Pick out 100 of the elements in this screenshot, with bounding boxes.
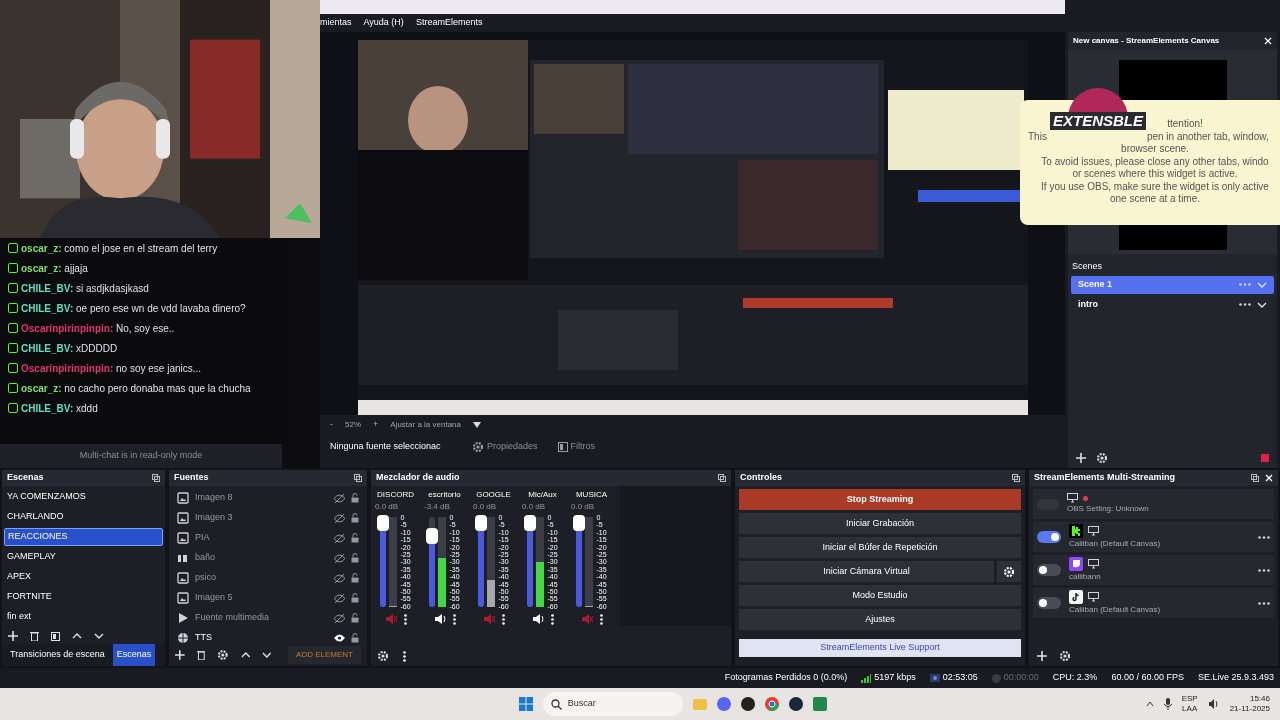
zoom-in-button[interactable]: + [373,418,379,432]
windows-start-icon[interactable] [518,697,533,711]
circle-app-icon[interactable] [740,697,755,711]
destination-name: caliibann [1069,571,1102,583]
volume-slider-handle[interactable] [573,515,586,531]
control-button[interactable]: Stop Streaming [739,489,1021,510]
volume-slider-handle[interactable] [524,515,537,531]
lock-icon[interactable] [351,613,359,623]
speaker-icon[interactable] [531,613,545,626]
live-support-button[interactable]: StreamElements Live Support [739,639,1021,657]
filter-icon[interactable] [557,441,568,452]
menu-item[interactable]: StreamElements [415,16,483,30]
eye-off-icon[interactable] [334,513,345,523]
browser-app-icon[interactable] [764,697,779,711]
eye-off-icon[interactable] [334,573,345,583]
menu-dots-icon[interactable] [600,613,603,625]
control-button[interactable]: Modo Estudio [739,585,1021,606]
trash-icon[interactable] [30,631,39,641]
toggle-switch[interactable] [1037,531,1061,543]
more-icon[interactable] [1258,601,1270,605]
source-item[interactable]: Imagen 5 [169,588,367,608]
scene-item[interactable]: REACCIONES [4,528,163,546]
scene-item[interactable]: GAMEPLAY [4,548,163,566]
scene-item[interactable]: fin ext [4,608,163,626]
kick-logo-icon [1069,524,1083,538]
lock-icon[interactable] [351,533,359,543]
undock-icon[interactable] [1012,474,1020,482]
dock-tab[interactable]: Escenas [112,644,156,666]
eye-off-icon[interactable] [334,593,345,603]
spreadsheet-app-icon[interactable] [812,697,827,711]
control-button[interactable]: Ajustes [739,609,1021,630]
scene-item[interactable]: APEX [4,568,163,586]
volume-slider-handle[interactable] [377,515,390,531]
control-button[interactable]: Iniciar el Búfer de Repetición [739,537,1021,558]
filters-button[interactable]: Filtros [570,439,596,454]
menu-dots-icon[interactable] [403,650,406,662]
more-icon[interactable] [1239,303,1251,306]
add-icon[interactable] [175,650,185,660]
volume-slider-handle[interactable] [426,527,439,544]
lock-icon[interactable] [351,573,359,583]
add-icon[interactable] [1076,453,1086,463]
taskbar-search-field[interactable]: Buscar [542,692,683,716]
language-indicator[interactable]: ESP [1181,694,1198,704]
caret-icon[interactable] [1145,701,1154,707]
lock-icon[interactable] [351,493,359,503]
undock-icon[interactable] [1251,474,1259,482]
lock-icon[interactable] [351,593,359,603]
undock-icon[interactable] [718,474,726,482]
scene-item[interactable]: YA COMENZAMOS [4,488,163,506]
close-icon[interactable] [1264,37,1272,45]
fit-to-window-dropdown[interactable]: Ajustar a la ventana [390,419,461,431]
lock-icon[interactable] [351,513,359,523]
channel-name: MUSICA [575,489,608,501]
toggle-switch[interactable] [1037,564,1061,576]
undock-icon[interactable] [354,474,362,482]
trash-icon[interactable] [196,650,206,660]
search-icon [550,698,562,710]
menu-dots-icon[interactable] [453,613,456,625]
menu-item[interactable]: mientas [320,16,352,30]
add-icon[interactable] [1037,651,1047,661]
eye-off-icon[interactable] [334,533,345,543]
scene-item[interactable]: FORTNITE [4,588,163,606]
scene-item[interactable]: intro [1071,295,1274,314]
notice-text: If you use OBS, make sure the widget is only active [1041,180,1269,193]
toggle-switch[interactable] [1037,597,1061,609]
dock-tab[interactable]: Transiciones de escena [6,644,109,666]
volume-slider-handle[interactable] [475,515,488,531]
menu-item[interactable]: Ayuda (H) [363,16,404,30]
properties-button[interactable]: Propiedades [487,439,538,454]
caret-icon[interactable] [473,422,481,428]
lock-icon[interactable] [351,633,359,643]
settings-icon[interactable] [472,440,484,453]
virtual-camera-settings-button[interactable] [997,561,1021,582]
speaker-icon[interactable] [433,613,447,626]
menu-dots-icon[interactable] [502,613,505,625]
zoom-out-button[interactable]: - [330,418,333,432]
eye-off-icon[interactable] [334,493,345,503]
add-icon[interactable] [8,631,18,641]
speaker-icon[interactable] [1207,699,1220,709]
source-item[interactable]: TTS [169,628,367,644]
lock-icon[interactable] [351,553,359,563]
eye-icon[interactable] [334,634,345,642]
close-icon[interactable] [1265,474,1273,482]
add-element-button[interactable]: ADD ELEMENT [288,646,361,664]
control-button[interactable]: Iniciar Cámara Virtual [739,561,994,582]
eye-off-icon[interactable] [334,553,345,563]
eye-off-icon[interactable] [334,613,345,623]
source-item[interactable]: Imagen 8 [169,488,367,508]
menu-dots-icon[interactable] [551,613,554,625]
menu-dots-icon[interactable] [404,613,407,625]
scene-item[interactable]: CHARLANDO [4,508,163,526]
undock-icon[interactable] [152,474,160,482]
source-item[interactable]: PIA [169,528,367,548]
more-icon[interactable] [1258,535,1270,539]
source-item[interactable]: psico [169,568,367,588]
source-item[interactable]: Imagen 3 [169,508,367,528]
control-button[interactable]: Iniciar Grabación [739,513,1021,534]
source-item[interactable]: Fuente multimedia [169,608,367,628]
source-item[interactable]: baño [169,548,367,568]
more-icon[interactable] [1258,568,1270,572]
